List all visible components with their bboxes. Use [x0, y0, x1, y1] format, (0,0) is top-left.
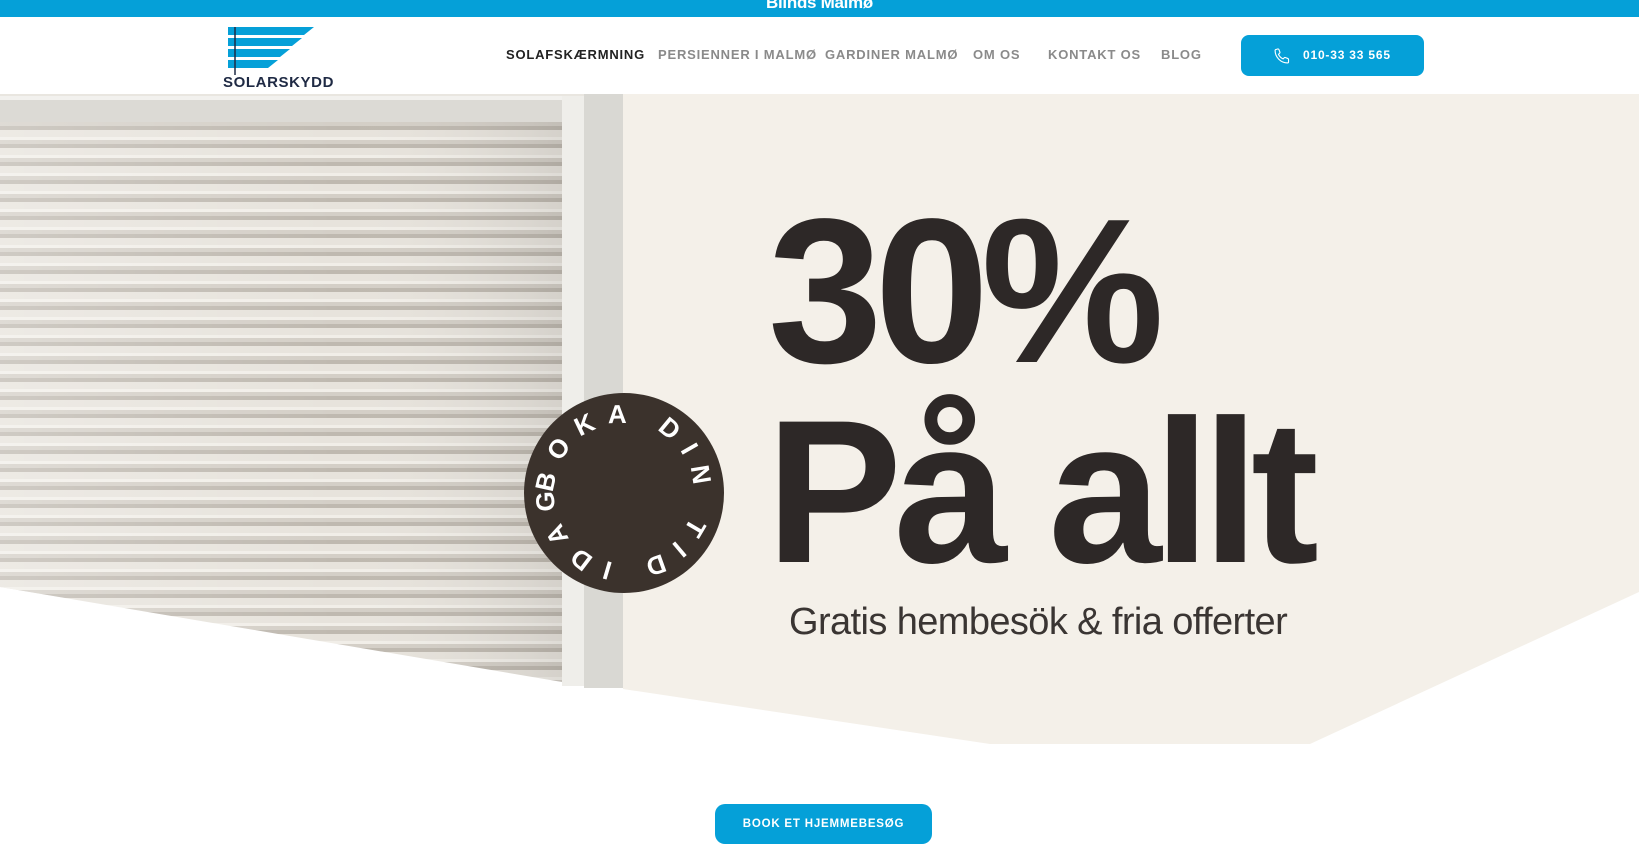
book-today-badge[interactable]: BOKA DIN TID IDAG	[523, 390, 725, 597]
nav-item-blog[interactable]: BLOG	[1161, 47, 1202, 62]
headline-text: På allt	[766, 378, 1319, 606]
nav-item-persienner[interactable]: PERSIENNER I MALMØ	[658, 47, 817, 62]
headline-percent: 30%	[768, 176, 1164, 406]
phone-number: 010-33 33 565	[1303, 48, 1391, 62]
nav-item-om-os[interactable]: OM OS	[973, 47, 1020, 62]
hero-subline: Gratis hembesök & fria offerter	[789, 601, 1288, 643]
nav-item-gardiner[interactable]: GARDINER MALMØ	[825, 47, 958, 62]
site-header: SOLARSKYDD SOLAFSKÆRMNING PERSIENNER I M…	[0, 17, 1639, 94]
phone-icon	[1274, 48, 1290, 64]
announcement-bar: Blinds Malmø	[0, 0, 1639, 17]
logo[interactable]: SOLARSKYDD	[222, 27, 333, 90]
nav-item-kontakt-os[interactable]: KONTAKT OS	[1048, 47, 1141, 62]
announcement-text: Blinds Malmø	[766, 0, 873, 12]
phone-button[interactable]: 010-33 33 565	[1241, 35, 1424, 76]
book-home-visit-button[interactable]: BOOK ET HJEMMEBESØG	[715, 804, 932, 844]
hero-section: BOKA DIN TID IDAG 30% På allt Gratis hem…	[0, 94, 1639, 744]
nav-item-solafskaermning[interactable]: SOLAFSKÆRMNING	[506, 47, 645, 62]
logo-text: SOLARSKYDD	[223, 74, 335, 91]
